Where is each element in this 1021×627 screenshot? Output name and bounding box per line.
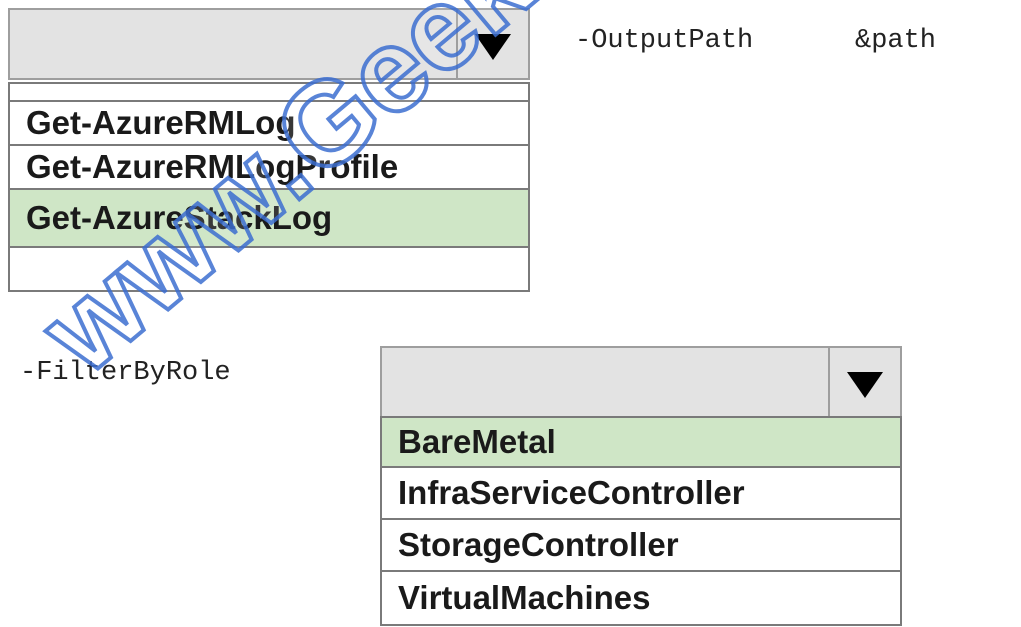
cmdlet-option-spacer: [10, 84, 528, 102]
role-option-infraservicecontroller[interactable]: InfraServiceController: [382, 468, 900, 520]
cmdlet-dropdown-toggle[interactable]: [456, 10, 528, 78]
path-variable: &path: [855, 26, 937, 56]
role-option-virtualmachines[interactable]: VirtualMachines: [382, 572, 900, 624]
chevron-down-icon: [847, 372, 883, 398]
filter-by-role-param: -FilterByRole: [20, 358, 231, 388]
cmdlet-dropdown[interactable]: [8, 8, 530, 80]
cmdlet-option-get-azurermlogprofile[interactable]: Get-AzureRMLogProfile: [10, 146, 528, 190]
role-option-baremetal[interactable]: BareMetal: [382, 418, 900, 468]
cmdlet-option-get-azurestacklog[interactable]: Get-AzureStackLog: [10, 190, 528, 248]
role-options-list: BareMetal InfraServiceController Storage…: [380, 416, 902, 626]
role-option-storagecontroller[interactable]: StorageController: [382, 520, 900, 572]
output-path-param: -OutputPath: [575, 26, 754, 56]
cmdlet-option-empty[interactable]: [10, 248, 528, 288]
cmdlet-options-list: Get-AzureRMLog Get-AzureRMLogProfile Get…: [8, 82, 530, 292]
role-dropdown-toggle[interactable]: [828, 348, 900, 416]
role-dropdown[interactable]: [380, 346, 902, 418]
chevron-down-icon: [475, 34, 511, 60]
cmdlet-option-get-azurermlog[interactable]: Get-AzureRMLog: [10, 102, 528, 146]
